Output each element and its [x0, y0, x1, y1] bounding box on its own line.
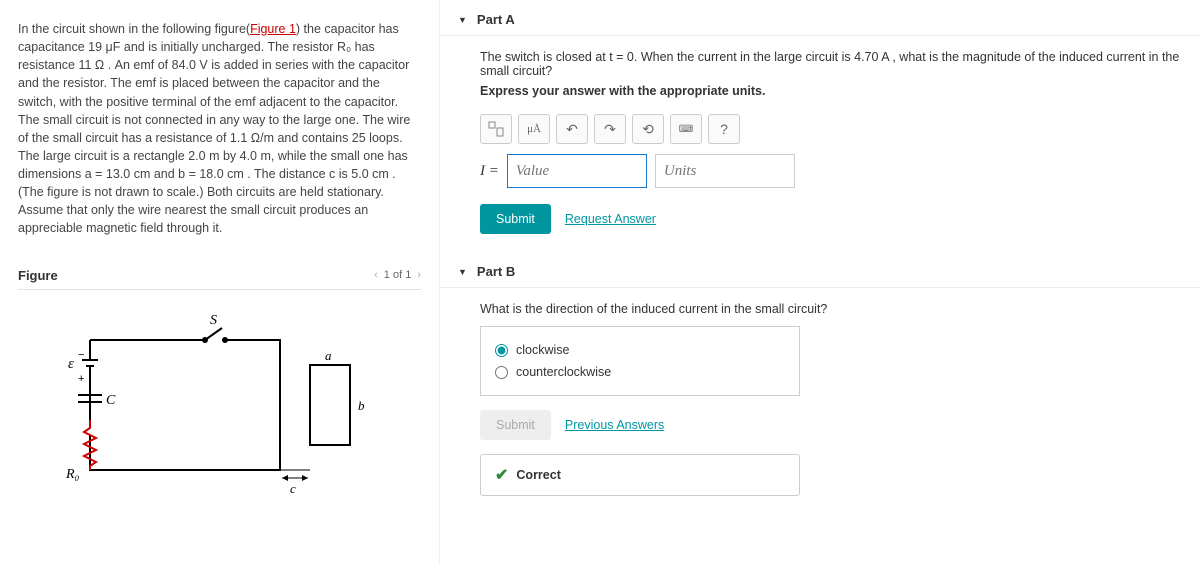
a-label: a	[325, 348, 332, 363]
cap-label: C	[106, 393, 116, 408]
units-input[interactable]	[655, 154, 795, 188]
previous-answers-link[interactable]: Previous Answers	[565, 418, 664, 432]
right-panel: ▼ Part A The switch is closed at t = 0. …	[440, 0, 1200, 563]
reset-icon[interactable]: ⟲	[632, 114, 664, 144]
radio-clockwise[interactable]	[495, 344, 508, 357]
svg-text:+: +	[78, 373, 84, 385]
left-panel: In the circuit shown in the following fi…	[0, 0, 440, 563]
circuit-diagram-svg: ε − + C R₀ S	[60, 310, 380, 510]
submit-button-b: Submit	[480, 410, 551, 440]
part-a-buttons: Submit Request Answer	[480, 204, 1182, 234]
choice-clockwise[interactable]: clockwise	[495, 339, 785, 361]
part-a-body: The switch is closed at t = 0. When the …	[440, 36, 1200, 252]
choice-ccw-label: counterclockwise	[516, 365, 611, 379]
choice-box: clockwise counterclockwise	[480, 326, 800, 396]
part-b-body: What is the direction of the induced cur…	[440, 288, 1200, 514]
collapse-icon: ▼	[458, 15, 467, 25]
submit-button-a[interactable]: Submit	[480, 204, 551, 234]
switch-label: S	[210, 313, 217, 328]
problem-text-2: ) the capacitor has capacitance 19 μF an…	[18, 22, 410, 235]
symbols-icon[interactable]: μÅ	[518, 114, 550, 144]
redo-icon[interactable]: ↷	[594, 114, 626, 144]
template-icon[interactable]	[480, 114, 512, 144]
request-answer-link[interactable]: Request Answer	[565, 212, 656, 226]
pager-text: 1 of 1	[384, 269, 412, 281]
undo-icon[interactable]: ↶	[556, 114, 588, 144]
figure-block: Figure ‹ 1 of 1 › ε − +	[18, 268, 421, 510]
equation-symbol: I =	[480, 163, 499, 180]
res-label: R₀	[65, 467, 80, 482]
radio-ccw[interactable]	[495, 366, 508, 379]
svg-text:−: −	[78, 349, 84, 361]
part-a-instruction: Express your answer with the appropriate…	[480, 84, 1182, 98]
problem-text-1: In the circuit shown in the following fi…	[18, 22, 250, 36]
next-figure-icon[interactable]: ›	[417, 269, 421, 281]
part-a-question: The switch is closed at t = 0. When the …	[480, 50, 1182, 78]
part-b-header[interactable]: ▼ Part B	[440, 252, 1200, 288]
b-label: b	[358, 398, 365, 413]
keyboard-icon[interactable]: ⌨	[670, 114, 702, 144]
figure-header: Figure ‹ 1 of 1 ›	[18, 268, 421, 290]
figure-image: ε − + C R₀ S	[18, 310, 421, 510]
problem-statement: In the circuit shown in the following fi…	[18, 20, 421, 238]
figure-title: Figure	[18, 268, 58, 283]
c-label: c	[290, 481, 296, 496]
choice-clockwise-label: clockwise	[516, 343, 570, 357]
part-b-buttons: Submit Previous Answers	[480, 410, 1182, 440]
emf-label: ε	[68, 356, 74, 372]
part-a-header[interactable]: ▼ Part A	[440, 0, 1200, 36]
choice-counterclockwise[interactable]: counterclockwise	[495, 361, 785, 383]
answer-row: I =	[480, 154, 1182, 188]
answer-toolbar: μÅ ↶ ↷ ⟲ ⌨ ?	[480, 114, 1182, 144]
feedback-box: ✔ Correct	[480, 454, 800, 496]
feedback-text: Correct	[516, 468, 560, 482]
part-b-question: What is the direction of the induced cur…	[480, 302, 1182, 316]
help-icon[interactable]: ?	[708, 114, 740, 144]
prev-figure-icon[interactable]: ‹	[374, 269, 378, 281]
figure-link[interactable]: Figure 1	[250, 22, 296, 36]
part-b-title: Part B	[477, 264, 515, 279]
part-a-title: Part A	[477, 12, 515, 27]
value-input[interactable]	[507, 154, 647, 188]
collapse-icon: ▼	[458, 267, 467, 277]
figure-pager: ‹ 1 of 1 ›	[374, 269, 421, 281]
checkmark-icon: ✔	[495, 465, 508, 485]
